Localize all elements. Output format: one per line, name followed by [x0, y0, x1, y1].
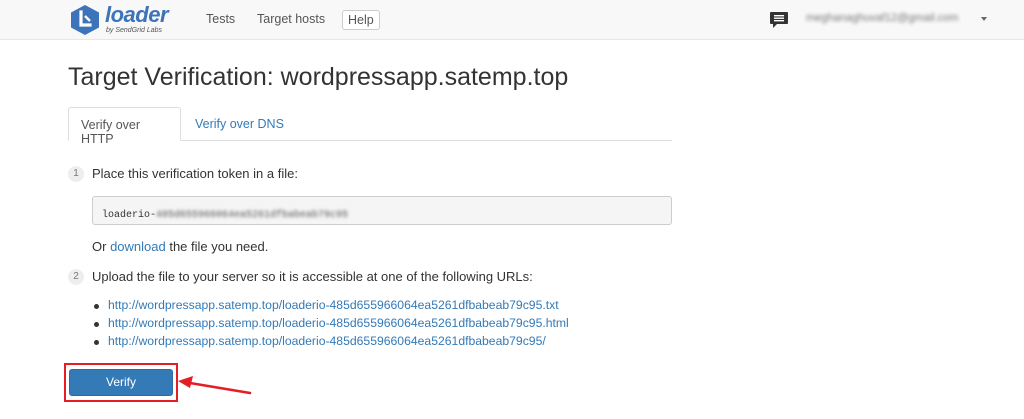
- nav-help-button[interactable]: Help: [342, 10, 380, 30]
- download-link[interactable]: download: [110, 239, 166, 254]
- verification-token: loaderio-485d655966064ea5261dfbabeab79c9…: [102, 210, 348, 221]
- url-list-item: http://wordpressapp.satemp.top/loaderio-…: [92, 316, 569, 334]
- loader-logo[interactable]: loader by SendGrid Labs: [68, 2, 188, 37]
- logo-text: loader: [105, 2, 169, 27]
- page-title: Target Verification: wordpressapp.satemp…: [68, 63, 569, 91]
- download-line: Or download the file you need.: [92, 239, 268, 254]
- url-list-item: http://wordpressapp.satemp.top/loaderio-…: [92, 298, 569, 316]
- url-link-dir[interactable]: http://wordpressapp.satemp.top/loaderio-…: [108, 334, 546, 348]
- caret-down-icon[interactable]: [981, 17, 987, 21]
- token-prefix: loaderio-: [102, 210, 157, 221]
- verification-token-box[interactable]: loaderio-485d655966064ea5261dfbabeab79c9…: [92, 196, 672, 225]
- logo-subtitle: by SendGrid Labs: [106, 27, 163, 34]
- nav-tests-link[interactable]: Tests: [206, 12, 235, 26]
- user-email-menu[interactable]: meghanaghuvaf12@gmail.com: [806, 12, 958, 24]
- verification-tabs: Verify over HTTP Verify over DNS: [68, 107, 672, 146]
- download-suffix: the file you need.: [165, 239, 269, 254]
- tab-verify-dns[interactable]: Verify over DNS: [183, 107, 296, 141]
- loader-logo-icon: [71, 5, 99, 35]
- top-navbar: loader by SendGrid Labs Tests Target hos…: [0, 0, 1024, 40]
- verify-button[interactable]: Verify: [69, 369, 173, 396]
- tab-verify-http[interactable]: Verify over HTTP: [68, 107, 181, 146]
- step-2-badge: 2: [68, 269, 84, 285]
- url-link-txt[interactable]: http://wordpressapp.satemp.top/loaderio-…: [108, 298, 559, 312]
- url-link-html[interactable]: http://wordpressapp.satemp.top/loaderio-…: [108, 316, 569, 330]
- url-list-item: http://wordpressapp.satemp.top/loaderio-…: [92, 334, 569, 352]
- step-1-badge: 1: [68, 166, 84, 182]
- verification-url-list: http://wordpressapp.satemp.top/loaderio-…: [92, 298, 569, 352]
- token-secret: 485d655966064ea5261dfbabeab79c95: [156, 210, 349, 221]
- chat-icon[interactable]: [769, 11, 789, 29]
- annotation-arrow-icon: [178, 376, 252, 395]
- step-2-text: Upload the file to your server so it is …: [92, 269, 533, 284]
- step-1-text: Place this verification token in a file:: [92, 166, 298, 181]
- download-prefix: Or: [92, 239, 111, 254]
- nav-target-hosts-link[interactable]: Target hosts: [257, 12, 325, 26]
